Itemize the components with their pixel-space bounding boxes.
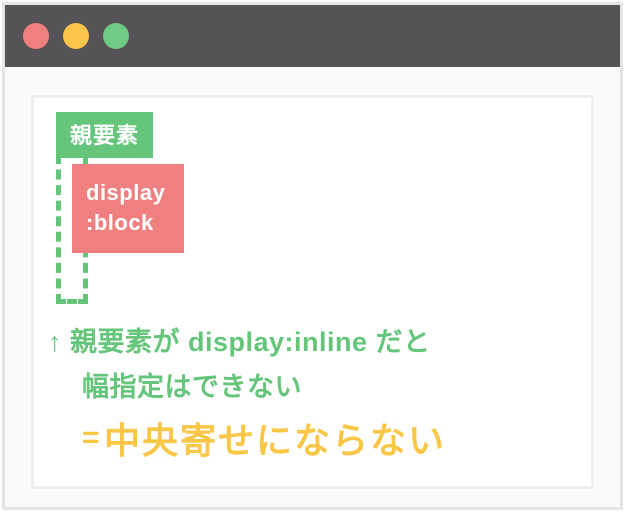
note-line-3: = 中央寄せにならない [82,412,581,464]
window-minimize-dot[interactable] [63,23,89,49]
note-line-2: 幅指定はできない [82,365,581,404]
explanation-note: ↑ 親要素が display:inline だと 幅指定はできない = 中央寄せ… [48,320,581,464]
equals-sign: = [82,421,100,454]
note-emphasis: 中央寄せにならない [104,420,446,461]
window-close-dot[interactable] [23,23,49,49]
browser-window: 親要素 display :block ↑ 親要素が display:inline… [2,2,623,510]
child-block-text-line1: display [86,178,170,208]
parent-element-label: 親要素 [56,112,153,158]
up-arrow-icon: ↑ [48,327,62,357]
child-block-text-line2: :block [86,208,170,238]
window-titlebar [5,5,620,67]
window-maximize-dot[interactable] [103,23,129,49]
note-line-1-text: 親要素が display:inline だと [70,327,431,357]
note-line-1: ↑ 親要素が display:inline だと [48,320,581,359]
content-canvas: 親要素 display :block ↑ 親要素が display:inline… [31,95,594,489]
child-block-element: display :block [72,164,184,253]
